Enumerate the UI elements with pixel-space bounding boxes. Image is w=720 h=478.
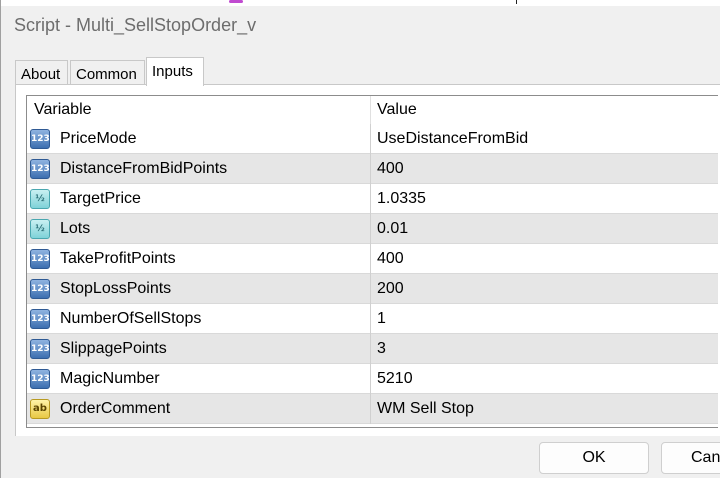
integer-icon: 123 [30,309,50,329]
cell-divider [370,394,371,424]
double-icon: ½ [30,189,50,209]
table-row[interactable]: 123 TakeProfitPoints 400 [27,244,718,274]
window-title: Script - Multi_SellStopOrder_v [14,15,257,35]
variable-name: MagicNumber [60,370,160,387]
inputs-panel: Variable Value 123 PriceMode UseDistanceFr… [15,84,720,436]
string-icon: ab [30,399,50,419]
background-mark [516,0,517,4]
column-header-variable[interactable]: Variable [34,101,92,119]
tab-inputs[interactable]: Inputs [146,57,204,86]
table-row[interactable]: 123 SlippagePoints 3 [27,334,718,364]
tab-about[interactable]: About [15,60,68,84]
inputs-table: Variable Value 123 PriceMode UseDistanceFr… [26,95,718,428]
integer-icon: 123 [30,339,50,359]
variable-name: Lots [60,220,91,237]
variable-name: DistanceFromBidPoints [60,160,228,177]
table-row[interactable]: 123 NumberOfSellStops 1 [27,304,718,334]
table-row[interactable]: ½ Lots 0.01 [27,214,718,244]
tab-common[interactable]: Common [70,60,145,84]
variable-name: OrderComment [60,400,171,417]
cell-divider [370,214,371,244]
cell-divider [370,364,371,394]
variable-value[interactable]: 400 [377,250,404,268]
column-header-value[interactable]: Value [377,101,417,119]
variable-value[interactable]: 400 [377,160,404,178]
ok-button[interactable]: OK [539,442,649,474]
table-row[interactable]: 123 DistanceFromBidPoints 400 [27,154,718,184]
variable-name: SlippagePoints [60,340,167,357]
cell-divider [370,334,371,364]
variable-name: TakeProfitPoints [60,250,176,267]
table-header: Variable Value [27,96,718,124]
cancel-button[interactable]: Can [661,442,720,474]
integer-icon: 123 [30,249,50,269]
variable-name: NumberOfSellStops [60,310,202,327]
table-row[interactable]: ½ TargetPrice 1.0335 [27,184,718,214]
background-mark [229,0,243,3]
variable-value[interactable]: UseDistanceFromBid [377,130,528,148]
table-row[interactable]: 123 StopLossPoints 200 [27,274,718,304]
column-divider[interactable] [370,96,371,124]
title-bar[interactable]: Script - Multi_SellStopOrder_v [1,6,720,44]
integer-icon: 123 [30,159,50,179]
variable-value[interactable]: 3 [377,340,386,358]
cell-divider [370,274,371,304]
variable-value[interactable]: WM Sell Stop [377,400,474,418]
variable-name: StopLossPoints [60,280,172,297]
double-icon: ½ [30,219,50,239]
cell-divider [370,304,371,334]
script-dialog: Script - Multi_SellStopOrder_v About Com… [0,0,720,478]
cell-divider [370,124,371,154]
variable-value[interactable]: 1.0335 [377,190,426,208]
integer-icon: 123 [30,279,50,299]
cell-divider [370,154,371,184]
variable-value[interactable]: 0.01 [377,220,408,238]
variable-value[interactable]: 1 [377,310,386,328]
table-row[interactable]: 123 MagicNumber 5210 [27,364,718,394]
integer-icon: 123 [30,369,50,389]
table-row[interactable]: 123 PriceMode UseDistanceFromBid [27,124,718,154]
cell-divider [370,184,371,214]
variable-name: PriceMode [60,130,137,147]
variable-name: TargetPrice [60,190,141,207]
cell-divider [370,244,371,274]
integer-icon: 123 [30,129,50,149]
variable-value[interactable]: 200 [377,280,404,298]
variable-value[interactable]: 5210 [377,370,413,388]
table-row[interactable]: ab OrderComment WM Sell Stop [27,394,718,424]
